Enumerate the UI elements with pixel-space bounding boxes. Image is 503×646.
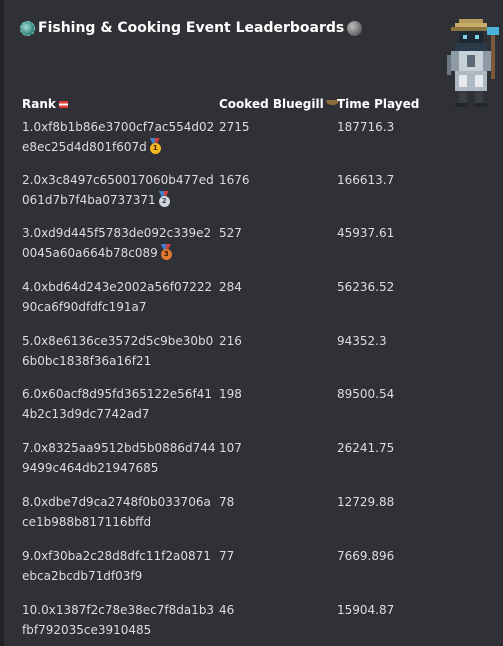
time-cell: 15904.87 <box>337 603 395 617</box>
cooked-cell: 2715 <box>219 120 250 134</box>
rank-cell: 7.0x8325aa9512bd5b0886d7449499c464db2194… <box>22 441 216 475</box>
time-cell: 94352.3 <box>337 334 387 348</box>
column-header-rank-label: Rank <box>22 97 56 111</box>
rank-cell: 9.0xf30ba2c28d8dfc11f2a0871ebca2bcdb71df… <box>22 549 211 583</box>
rank-cell: 1.0xf8b1b86e3700cf7ac554d02e8ec25d4d801f… <box>22 117 217 157</box>
rank-cell: 2.0x3c8497c650017060b477ed061d7b7f4ba073… <box>22 170 217 210</box>
table-row: 6.0x60acf8d95fd365122e56f414b2c13d9dc774… <box>4 384 503 428</box>
column-header-time: Time Played <box>337 97 419 111</box>
embed-title: Fishing & Cooking Event Leaderboards <box>20 20 363 36</box>
leaderboard-embed: Fishing & Cooking Event Leaderboards Ran… <box>0 0 503 646</box>
rank-cell: 10.0x1387f2c78e38ec7f8da1b3fbf792035ce39… <box>22 603 215 637</box>
time-cell: 12729.88 <box>337 495 395 509</box>
table-row: 1.0xf8b1b86e3700cf7ac554d02e8ec25d4d801f… <box>4 117 503 161</box>
rank-cell: 3.0xd9d445f5783de092c339e20045a60a664b78… <box>22 223 217 263</box>
cooked-cell: 527 <box>219 226 242 240</box>
cooked-cell: 77 <box>219 549 235 563</box>
rank-cell: 6.0x60acf8d95fd365122e56f414b2c13d9dc774… <box>22 387 212 421</box>
globe-icon <box>20 20 35 36</box>
medal-number: 2 <box>158 196 170 207</box>
cooked-cell: 216 <box>219 334 242 348</box>
rank-text: 2.0x3c8497c650017060b477ed061d7b7f4ba073… <box>22 173 214 207</box>
medal-number: 3 <box>160 249 172 260</box>
table-row: 2.0x3c8497c650017060b477ed061d7b7f4ba073… <box>4 170 503 214</box>
time-cell: 7669.896 <box>337 549 395 563</box>
time-cell: 56236.52 <box>337 280 395 294</box>
rank-text: 1.0xf8b1b86e3700cf7ac554d02e8ec25d4d801f… <box>22 120 215 154</box>
table-row: 10.0x1387f2c78e38ec7f8da1b3fbf792035ce39… <box>4 600 503 644</box>
bronze-medal-icon: 3 <box>159 244 173 260</box>
table-row: 4.0xbd64d243e2002a56f0722290ca6f90dfdfc1… <box>4 277 503 321</box>
stone-icon <box>347 20 363 36</box>
column-header-cooked: Cooked Bluegill <box>219 97 339 111</box>
time-cell: 26241.75 <box>337 441 395 455</box>
medal-number: 1 <box>149 143 161 154</box>
table-row: 9.0xf30ba2c28d8dfc11f2a0871ebca2bcdb71df… <box>4 546 503 590</box>
silver-medal-icon: 2 <box>157 191 171 207</box>
cooked-cell: 1676 <box>219 173 250 187</box>
pixel-character-icon <box>447 19 499 107</box>
rank-cell: 5.0x8e6136ce3572d5c9be30b06b0bc1838f36a1… <box>22 334 214 368</box>
time-cell: 89500.54 <box>337 387 395 401</box>
rank-cell: 8.0xdbe7d9ca2748f0b033706ace1b988b817116… <box>22 495 211 529</box>
cooked-cell: 78 <box>219 495 235 509</box>
time-cell: 187716.3 <box>337 120 395 134</box>
column-header-time-label: Time Played <box>337 97 420 111</box>
rank-text: 3.0xd9d445f5783de092c339e20045a60a664b78… <box>22 226 212 260</box>
column-header-rank: Rank <box>22 97 68 111</box>
column-header-cooked-label: Cooked Bluegill <box>219 97 324 111</box>
table-row: 3.0xd9d445f5783de092c339e20045a60a664b78… <box>4 223 503 267</box>
cooked-cell: 284 <box>219 280 242 294</box>
table-row: 8.0xdbe7d9ca2748f0b033706ace1b988b817116… <box>4 492 503 536</box>
cooked-cell: 107 <box>219 441 242 455</box>
rank-cell: 4.0xbd64d243e2002a56f0722290ca6f90dfdfc1… <box>22 280 213 314</box>
time-cell: 166613.7 <box>337 173 395 187</box>
embed-title-text: Fishing & Cooking Event Leaderboards <box>38 20 345 36</box>
time-cell: 45937.61 <box>337 226 395 240</box>
cooked-cell: 198 <box>219 387 242 401</box>
table-row: 7.0x8325aa9512bd5b0886d7449499c464db2194… <box>4 438 503 482</box>
table-row: 5.0x8e6136ce3572d5c9be30b06b0bc1838f36a1… <box>4 331 503 375</box>
gold-medal-icon: 1 <box>148 138 162 154</box>
cooked-cell: 46 <box>219 603 235 617</box>
flag-icon <box>58 100 68 108</box>
